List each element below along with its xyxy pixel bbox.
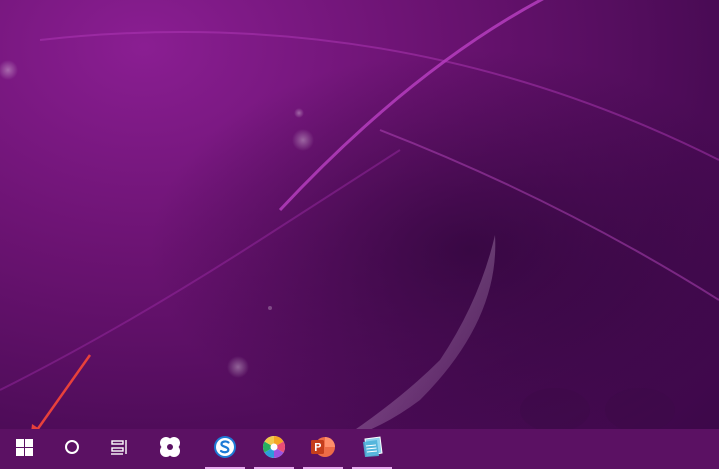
flower-app-icon [158,435,182,463]
color-wheel-app-icon [262,435,286,463]
taskbar-app-color[interactable] [254,429,294,469]
taskbar-app-flower[interactable] [150,429,190,469]
taskbar-app-powerpoint[interactable] [303,429,343,469]
task-view-button[interactable] [100,429,140,469]
windows-logo-icon [15,438,33,460]
task-view-icon [111,439,129,459]
notepad-app-icon [360,435,384,463]
taskbar [0,429,719,469]
taskbar-app-sogou[interactable] [205,429,245,469]
start-button[interactable] [4,429,44,469]
taskbar-app-notepad[interactable] [352,429,392,469]
wallpaper [0,0,719,450]
cortana-circle-icon [64,439,80,459]
powerpoint-icon [310,435,336,463]
search-button[interactable] [52,429,92,469]
desktop [0,0,719,469]
sogou-browser-icon [213,435,237,463]
